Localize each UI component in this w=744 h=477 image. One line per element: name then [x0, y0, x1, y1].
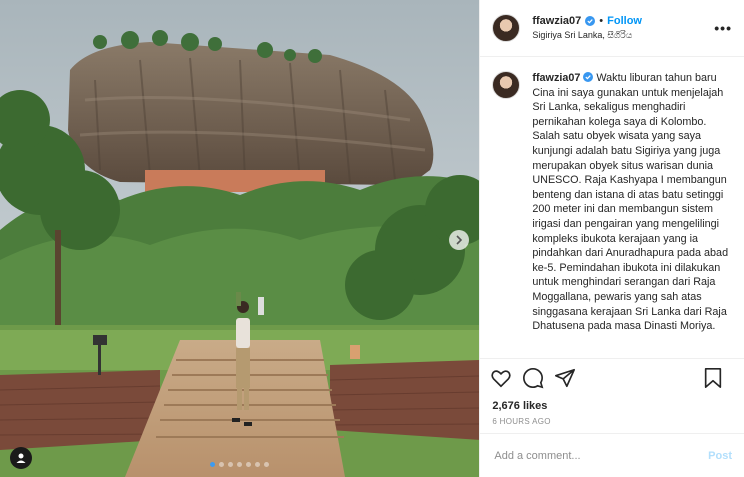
- share-icon[interactable]: [554, 367, 576, 389]
- sigiriya-photo: [0, 0, 480, 477]
- comment-icon[interactable]: [522, 367, 544, 389]
- user-tag-icon: [16, 453, 26, 463]
- comments-section: ffawzia07 Waktu liburan tahun baru Cina i…: [480, 57, 744, 358]
- location-link[interactable]: Sigiriya Sri Lanka, සීගිරිය: [532, 30, 642, 41]
- caption-text-block: ffawzia07 Waktu liburan tahun baru Cina i…: [532, 71, 732, 334]
- carousel-dot: [210, 462, 216, 467]
- caption-text: Waktu liburan tahun baru Cina ini saya g…: [532, 72, 729, 333]
- more-icon[interactable]: •••: [714, 20, 732, 36]
- carousel-dot: [228, 462, 234, 467]
- caption-avatar[interactable]: [492, 71, 521, 99]
- post-sidebar: ffawzia07 • Follow Sigiriya Sri Lanka, ස…: [479, 0, 744, 477]
- carousel-dot: [255, 462, 261, 467]
- username-link[interactable]: ffawzia07: [532, 15, 581, 29]
- carousel-dot: [237, 462, 243, 467]
- carousel-next-icon: [456, 235, 463, 245]
- caption-username[interactable]: ffawzia07: [532, 72, 580, 84]
- user-tag-button[interactable]: [10, 447, 32, 469]
- separator-dot: •: [599, 14, 604, 27]
- comment-input[interactable]: [492, 448, 709, 463]
- follow-button[interactable]: Follow: [607, 15, 642, 29]
- likes-count[interactable]: 2,676 likes: [480, 397, 744, 415]
- carousel-dot: [219, 462, 225, 467]
- action-bar: [480, 358, 744, 397]
- post-photo[interactable]: [0, 0, 480, 477]
- post-timestamp[interactable]: 6 HOURS AGO: [480, 415, 744, 433]
- verified-icon: [583, 72, 594, 82]
- post-comment-button[interactable]: Post: [708, 450, 732, 462]
- caption: ffawzia07 Waktu liburan tahun baru Cina i…: [492, 71, 732, 334]
- post-header: ffawzia07 • Follow Sigiriya Sri Lanka, ස…: [480, 0, 744, 57]
- bookmark-icon[interactable]: [702, 367, 724, 389]
- carousel-dot: [264, 462, 270, 467]
- carousel-dot: [246, 462, 252, 467]
- heart-icon[interactable]: [490, 367, 512, 389]
- instagram-post: ffawzia07 • Follow Sigiriya Sri Lanka, ස…: [0, 0, 744, 477]
- carousel-indicator: [0, 462, 479, 467]
- add-comment-bar: Post: [480, 433, 744, 477]
- avatar[interactable]: [492, 14, 521, 42]
- verified-icon: [585, 16, 596, 27]
